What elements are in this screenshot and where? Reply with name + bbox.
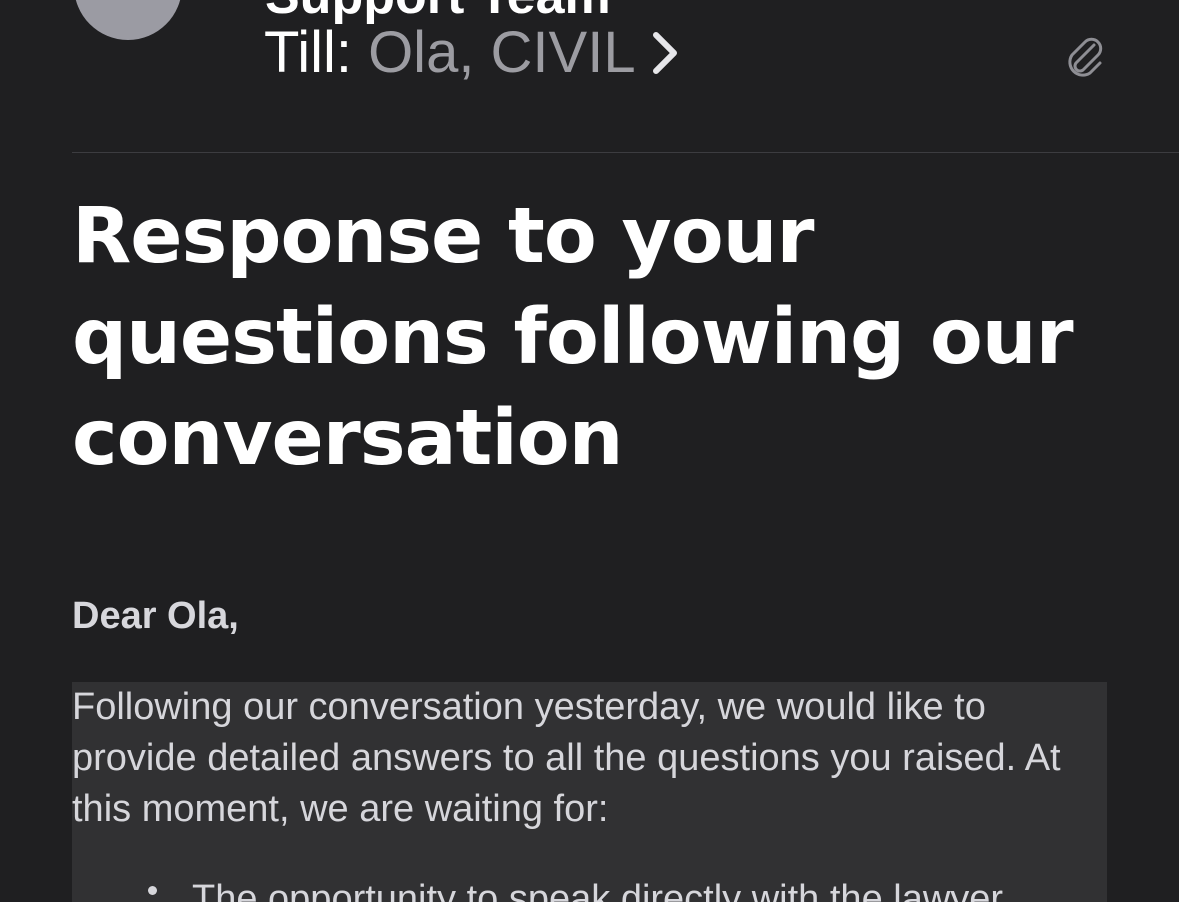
sender-avatar[interactable]: M (74, 0, 182, 40)
recipients-row[interactable]: Till: Ola, CIVIL (264, 20, 680, 86)
header-divider (72, 152, 1179, 153)
bullet-item: The opportunity to speak directly with t… (192, 878, 1004, 902)
email-paragraph: Following our conversation yesterday, we… (72, 686, 1061, 830)
bullet-dot (148, 886, 157, 895)
recipients-list[interactable]: Ola, CIVIL (368, 20, 636, 86)
paperclip-icon[interactable] (1064, 36, 1106, 80)
sender-name[interactable]: Support Team (265, 0, 611, 22)
email-greeting: Dear Ola, (72, 595, 239, 637)
chevron-right-icon[interactable] (650, 30, 680, 76)
to-label: Till: (264, 20, 353, 85)
email-subject: Response to your questions following our… (72, 192, 1074, 483)
email-body-highlight: Following our conversation yesterday, we… (72, 682, 1107, 902)
